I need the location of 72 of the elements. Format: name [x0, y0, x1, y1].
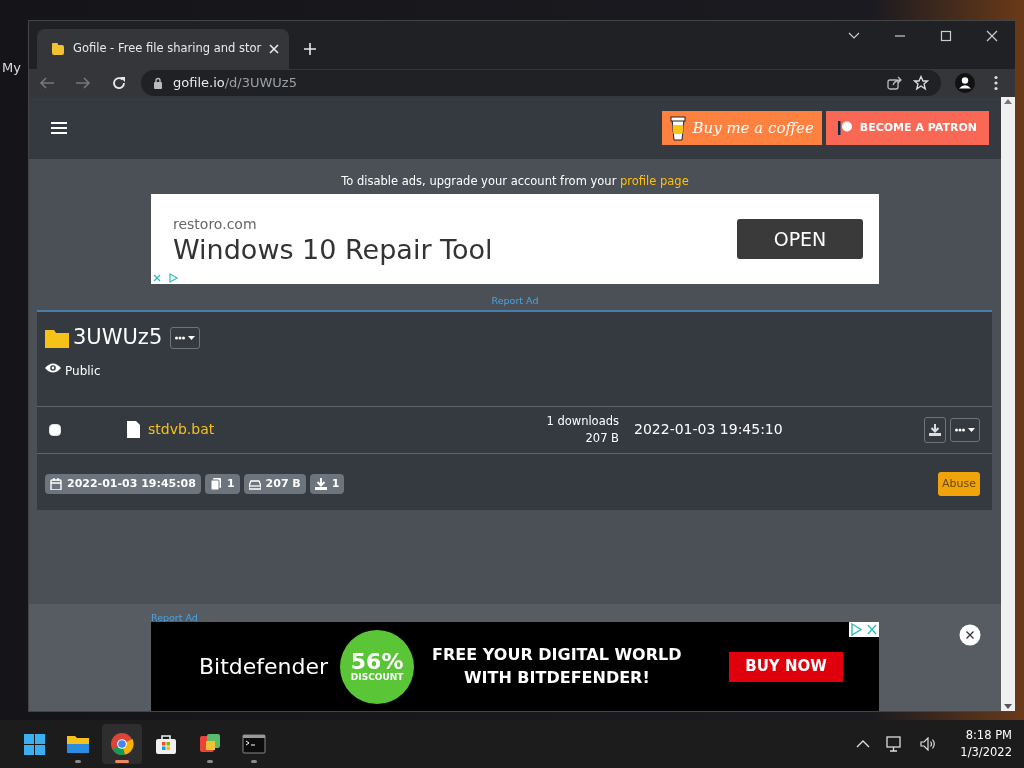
close-icon[interactable] [959, 624, 981, 646]
eye-icon [45, 361, 61, 374]
folder-icon [45, 328, 69, 348]
patreon-logo-icon [837, 121, 852, 135]
ad-headline: FREE YOUR DIGITAL WORLD [432, 644, 682, 667]
forward-arrow-icon[interactable] [75, 76, 91, 90]
taskbar-app[interactable] [102, 724, 142, 764]
ellipsis-icon [955, 427, 965, 432]
file-checkbox[interactable] [49, 423, 61, 436]
file-icon [127, 421, 140, 439]
close-icon[interactable] [269, 44, 280, 54]
profile-icon[interactable] [955, 73, 975, 93]
download-icon [929, 423, 941, 436]
lock-icon [153, 77, 163, 89]
close-icon[interactable] [986, 30, 998, 42]
stat-badge: 2022-01-03 19:45:08 [45, 473, 201, 495]
ad-headline: WITH BITDEFENDER! [463, 666, 650, 689]
calendar-icon [50, 478, 62, 490]
maximize-icon[interactable] [940, 30, 952, 42]
page-favicon [51, 42, 65, 56]
shopping-bag-icon [154, 732, 178, 756]
stat-badge: 1 [309, 473, 345, 495]
profile-page-link[interactable]: profile page [620, 174, 689, 188]
folder-options-button[interactable] [170, 327, 201, 349]
menu-icon[interactable] [993, 75, 999, 91]
file-options-button[interactable] [950, 417, 980, 442]
share-icon[interactable] [887, 76, 903, 90]
download-icon [314, 478, 327, 490]
cup-icon [670, 115, 687, 141]
download-button[interactable] [924, 416, 946, 443]
scroll-up-icon[interactable] [1004, 99, 1012, 104]
visibility-label: Public [65, 362, 101, 380]
ad-brand-name: Bitdefender [199, 653, 329, 681]
copy-icon [209, 478, 222, 490]
file-name-link[interactable]: stdvb.bat [148, 419, 215, 441]
ad-headline: Windows 10 Repair Tool [173, 234, 493, 265]
caret-icon [968, 427, 975, 432]
ad-notice-text: To disable ads, upgrade your account from your profile page [340, 173, 690, 190]
stat-badge: 1 [204, 473, 240, 495]
scrollbar[interactable] [1001, 97, 1015, 711]
reload-icon[interactable] [111, 75, 127, 91]
star-icon[interactable] [913, 75, 929, 91]
file-size: 207 B [585, 429, 619, 447]
download-count: 1 downloads [546, 412, 619, 430]
url-text: gofile.io/d/3UWUz5 [173, 74, 297, 93]
upload-date: 2022-01-03 19:45:10 [634, 420, 784, 440]
chevron-up-icon[interactable] [856, 740, 871, 748]
stat-badge: 207 B [243, 473, 306, 495]
hard-drive-icon [248, 478, 261, 490]
terminal-icon [242, 732, 266, 756]
scroll-down-icon[interactable] [1004, 704, 1012, 709]
address-bar[interactable]: gofile.io/d/3UWUz5 [141, 70, 941, 96]
windows-logo-icon [22, 732, 46, 756]
discount-value: 56% [350, 651, 404, 673]
ellipsis-icon [175, 336, 186, 340]
clock[interactable]: 8:18 PM 1/3/2022 [960, 726, 1012, 762]
discount-label: DISCOUNT [350, 673, 404, 682]
back-arrow-icon[interactable] [39, 76, 55, 90]
folder-name: 3UWUz5 [73, 324, 163, 352]
tab-title: Gofile - Free file sharing and stor [73, 40, 262, 58]
desktop-icon-label[interactable]: My [2, 58, 21, 78]
new-tab-icon[interactable] [303, 42, 318, 56]
hamburger-menu-icon[interactable] [51, 121, 67, 135]
browser-icon [110, 732, 134, 756]
browser-tab[interactable]: Gofile - Free file sharing and stor [37, 29, 290, 69]
file-row[interactable]: stdvb.bat 1 downloads 207 B 2022-01-03 19:45:10 [37, 405, 992, 454]
ad-open-button[interactable]: OPEN [737, 219, 863, 260]
speaker-icon[interactable] [920, 737, 937, 751]
abuse-button[interactable]: Abuse [938, 471, 980, 497]
caret-icon [188, 336, 196, 340]
buy-now-button[interactable]: BUY NOW [729, 651, 843, 682]
ad-domain: restoro.com [173, 214, 258, 234]
